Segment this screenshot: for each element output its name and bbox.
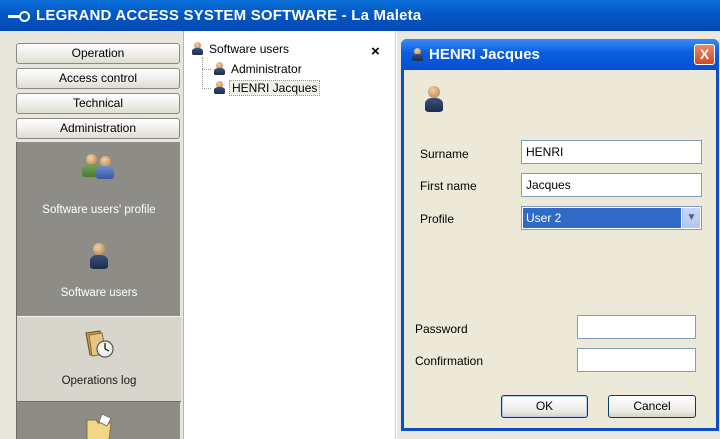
dialog-close-button[interactable]: X (694, 44, 715, 65)
profile-label: Profile (420, 212, 455, 226)
administration-panel: Software users' profile Software users O… (16, 142, 181, 439)
ok-button[interactable]: OK (501, 395, 588, 418)
tree-root-label: Software users (209, 42, 290, 56)
user-icon (213, 81, 225, 95)
user-dialog: HENRI Jacques X Surname HENRI First name… (401, 39, 719, 431)
profile-selected-value: User 2 (523, 208, 681, 228)
nav-tile-label: Software users (60, 287, 138, 299)
app-titlebar: LEGRAND ACCESS SYSTEM SOFTWARE - La Male… (0, 0, 720, 31)
tree-item-administrator[interactable]: Administrator (213, 62, 302, 76)
nav-button-operation[interactable]: Operation (16, 43, 180, 64)
tree-item-henri-jacques[interactable]: HENRI Jacques (213, 80, 321, 96)
nav-tile-operations-log[interactable]: Operations log (17, 316, 181, 402)
left-navigation: Operation Access control Technical Admin… (0, 31, 184, 439)
nav-tile-software-users-profile[interactable]: Software users' profile (17, 142, 181, 230)
user-icon (213, 62, 225, 76)
dialog-titlebar: HENRI Jacques X (401, 39, 719, 70)
nav-button-technical[interactable]: Technical (16, 93, 180, 114)
tree-root[interactable]: Software users (191, 42, 289, 56)
profile-select[interactable]: User 2 ▼ (521, 206, 702, 230)
operations-log-icon (82, 327, 116, 359)
first-name-label: First name (420, 179, 477, 193)
key-icon (8, 9, 30, 23)
nav-button-administration[interactable]: Administration (16, 118, 180, 139)
chevron-down-icon[interactable]: ▼ (682, 208, 700, 228)
tree-close-button[interactable]: × (371, 43, 380, 60)
surname-label: Surname (420, 147, 469, 161)
confirmation-field[interactable] (577, 348, 696, 372)
user-icon (88, 242, 110, 270)
first-name-field[interactable]: Jacques (521, 173, 702, 197)
user-icon (191, 42, 203, 56)
nav-tile-software-users[interactable]: Software users (17, 230, 181, 316)
users-group-icon (81, 152, 117, 182)
cancel-button[interactable]: Cancel (608, 395, 696, 418)
user-avatar-icon (423, 85, 445, 113)
app-title: LEGRAND ACCESS SYSTEM SOFTWARE - La Male… (36, 7, 422, 24)
tree-connector (202, 88, 211, 89)
software-users-tree: Software users × Administrator HENRI Jac… (185, 31, 396, 439)
tree-item-label: Administrator (231, 62, 302, 76)
password-field[interactable] (577, 315, 696, 339)
tree-connector (202, 57, 203, 89)
nav-tile-more[interactable] (17, 404, 181, 439)
surname-field[interactable]: HENRI (521, 140, 702, 164)
nav-tile-label: Software users' profile (42, 204, 156, 216)
user-icon (411, 47, 423, 62)
password-label: Password (415, 322, 468, 336)
nav-tile-label: Operations log (61, 375, 137, 387)
tree-item-label: HENRI Jacques (229, 80, 321, 96)
nav-button-access-control[interactable]: Access control (16, 68, 180, 89)
confirmation-label: Confirmation (415, 354, 484, 368)
tree-connector (202, 69, 211, 70)
dialog-title: HENRI Jacques (429, 46, 540, 63)
folder-icon (84, 412, 114, 439)
